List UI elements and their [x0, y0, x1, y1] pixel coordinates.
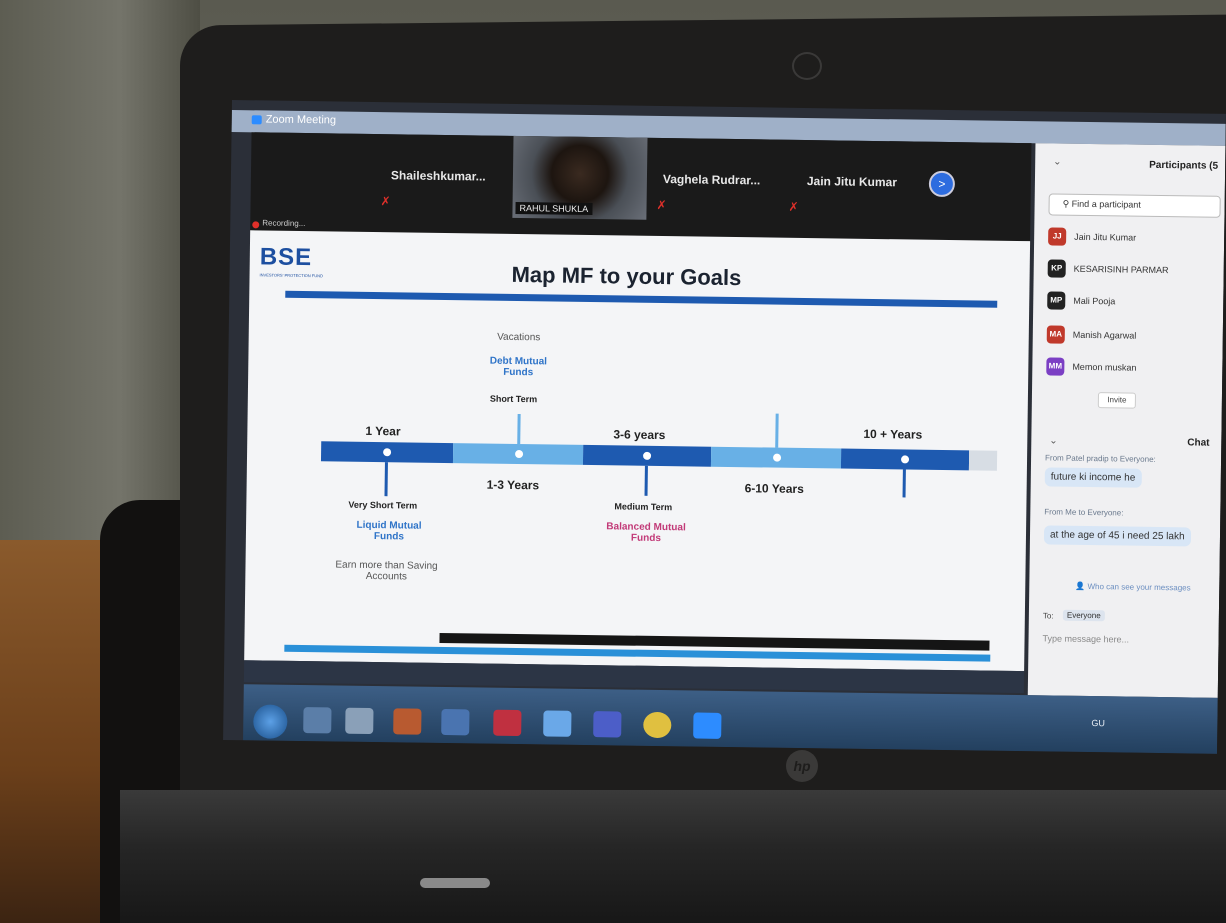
search-placeholder-text: Find a participant [1071, 198, 1141, 210]
period-label: 6-10 Years [744, 481, 804, 497]
timeline-stem [384, 462, 388, 497]
timeline-marker [515, 449, 524, 459]
participant-name[interactable]: Manish Agarwal [1073, 330, 1137, 341]
webcam-icon [792, 52, 822, 80]
term-label: Very Short Term [348, 499, 418, 511]
video-tile-name: RAHUL SHUKLA [515, 201, 593, 216]
word-icon[interactable] [441, 708, 470, 736]
avatar: KP [1047, 259, 1066, 278]
background-wall [0, 0, 200, 560]
timeline-marker [383, 448, 392, 457]
chevron-down-icon[interactable]: ⌄ [1053, 156, 1062, 167]
period-label: 3-6 years [613, 427, 666, 443]
app-icon[interactable] [393, 708, 422, 735]
avatar: MP [1047, 291, 1066, 310]
timeline-stem [775, 413, 779, 448]
laptop-keyboard [120, 790, 1226, 923]
zoom-icon[interactable] [693, 712, 722, 739]
chat-header: Chat [1187, 437, 1210, 449]
hp-logo: hp [786, 750, 818, 782]
timeline-segment [968, 450, 998, 471]
recording-label: Recording... [262, 218, 306, 229]
chat-message: at the age of 45 i need 25 lakh [1043, 525, 1191, 547]
timeline-stem [902, 469, 906, 498]
people-icon: 👤 [1075, 581, 1088, 591]
media-player-icon[interactable] [303, 707, 332, 734]
video-tile-name[interactable]: Vaghela Rudrar... [663, 172, 761, 187]
avatar: MM [1046, 357, 1065, 376]
participant-name[interactable]: Jain Jitu Kumar [1074, 232, 1136, 243]
fund-label: Liquid Mutual Funds [356, 519, 422, 543]
goal-label: Vacations [497, 331, 541, 344]
chat-meta: From Patel pradip to Everyone: [1045, 453, 1156, 464]
participant-name[interactable]: Mali Pooja [1073, 296, 1115, 307]
chat-message: future ki income he [1044, 467, 1142, 488]
teams-icon[interactable] [593, 711, 622, 738]
fund-label: Debt Mutual Funds [489, 355, 548, 379]
period-label: 10 + Years [863, 426, 923, 442]
side-panel [1027, 143, 1226, 698]
mic-muted-icon: ✗ [380, 194, 391, 209]
period-label: 1 Year [365, 423, 401, 439]
mic-muted-icon: ✗ [788, 199, 799, 214]
recording-icon [252, 221, 260, 229]
avatar: JJ [1048, 227, 1067, 246]
to-label: To: [1042, 611, 1054, 621]
bse-logo-subtext: INVESTORS' PROTECTION FUND [259, 272, 323, 279]
fund-label: Balanced Mutual Funds [606, 521, 686, 545]
app-icon[interactable] [493, 709, 522, 737]
note-label: Earn more than Saving Accounts [335, 559, 438, 583]
power-strip-light [420, 878, 490, 888]
who-can-see-link[interactable]: 👤 Who can see your messages [1075, 582, 1190, 593]
recipient-select[interactable]: Everyone [1062, 609, 1105, 622]
zoom-app-icon [251, 115, 262, 125]
timeline-marker [643, 451, 652, 460]
participant-search-placeholder: ⚲ Find a participant [1063, 199, 1141, 211]
video-tile-name[interactable]: Jain Jitu Kumar [807, 174, 897, 189]
term-label: Medium Term [614, 501, 673, 513]
avatar: MA [1046, 325, 1065, 344]
window-title: Zoom Meeting [265, 113, 337, 127]
term-label: Short Term [489, 393, 538, 405]
timeline-marker [900, 455, 910, 464]
photo-scene: hp Zoom Meeting Shaileshkumar... ✗ RAHUL… [0, 0, 1226, 923]
slide-title: Map MF to your Goals [511, 261, 742, 291]
chat-input[interactable]: Type message here... [1042, 633, 1129, 644]
participant-name[interactable]: Memon muskan [1072, 362, 1136, 373]
who-can-see-text: Who can see your messages [1087, 581, 1191, 593]
bse-logo: BSE [259, 243, 313, 272]
invite-button[interactable]: Invite [1097, 392, 1137, 409]
app-icon[interactable] [543, 710, 572, 737]
system-tray[interactable]: GU [1091, 718, 1105, 728]
period-label: 1-3 Years [486, 477, 540, 493]
timeline-marker [773, 453, 782, 462]
timeline-stem [644, 465, 648, 496]
chat-meta: From Me to Everyone: [1044, 507, 1124, 518]
file-explorer-icon[interactable] [345, 707, 374, 735]
search-icon: ⚲ [1062, 198, 1072, 209]
video-tile-name[interactable]: Shaileshkumar... [391, 168, 486, 183]
laptop-screen: Zoom Meeting Shaileshkumar... ✗ RAHUL SH… [223, 100, 1226, 754]
chevron-down-icon[interactable]: ⌄ [1049, 435, 1058, 446]
participants-header: Participants (5 [1149, 159, 1219, 172]
timeline-stem [517, 414, 521, 445]
participant-name[interactable]: KESARISINH PARMAR [1074, 264, 1169, 275]
mic-muted-icon: ✗ [656, 197, 667, 213]
